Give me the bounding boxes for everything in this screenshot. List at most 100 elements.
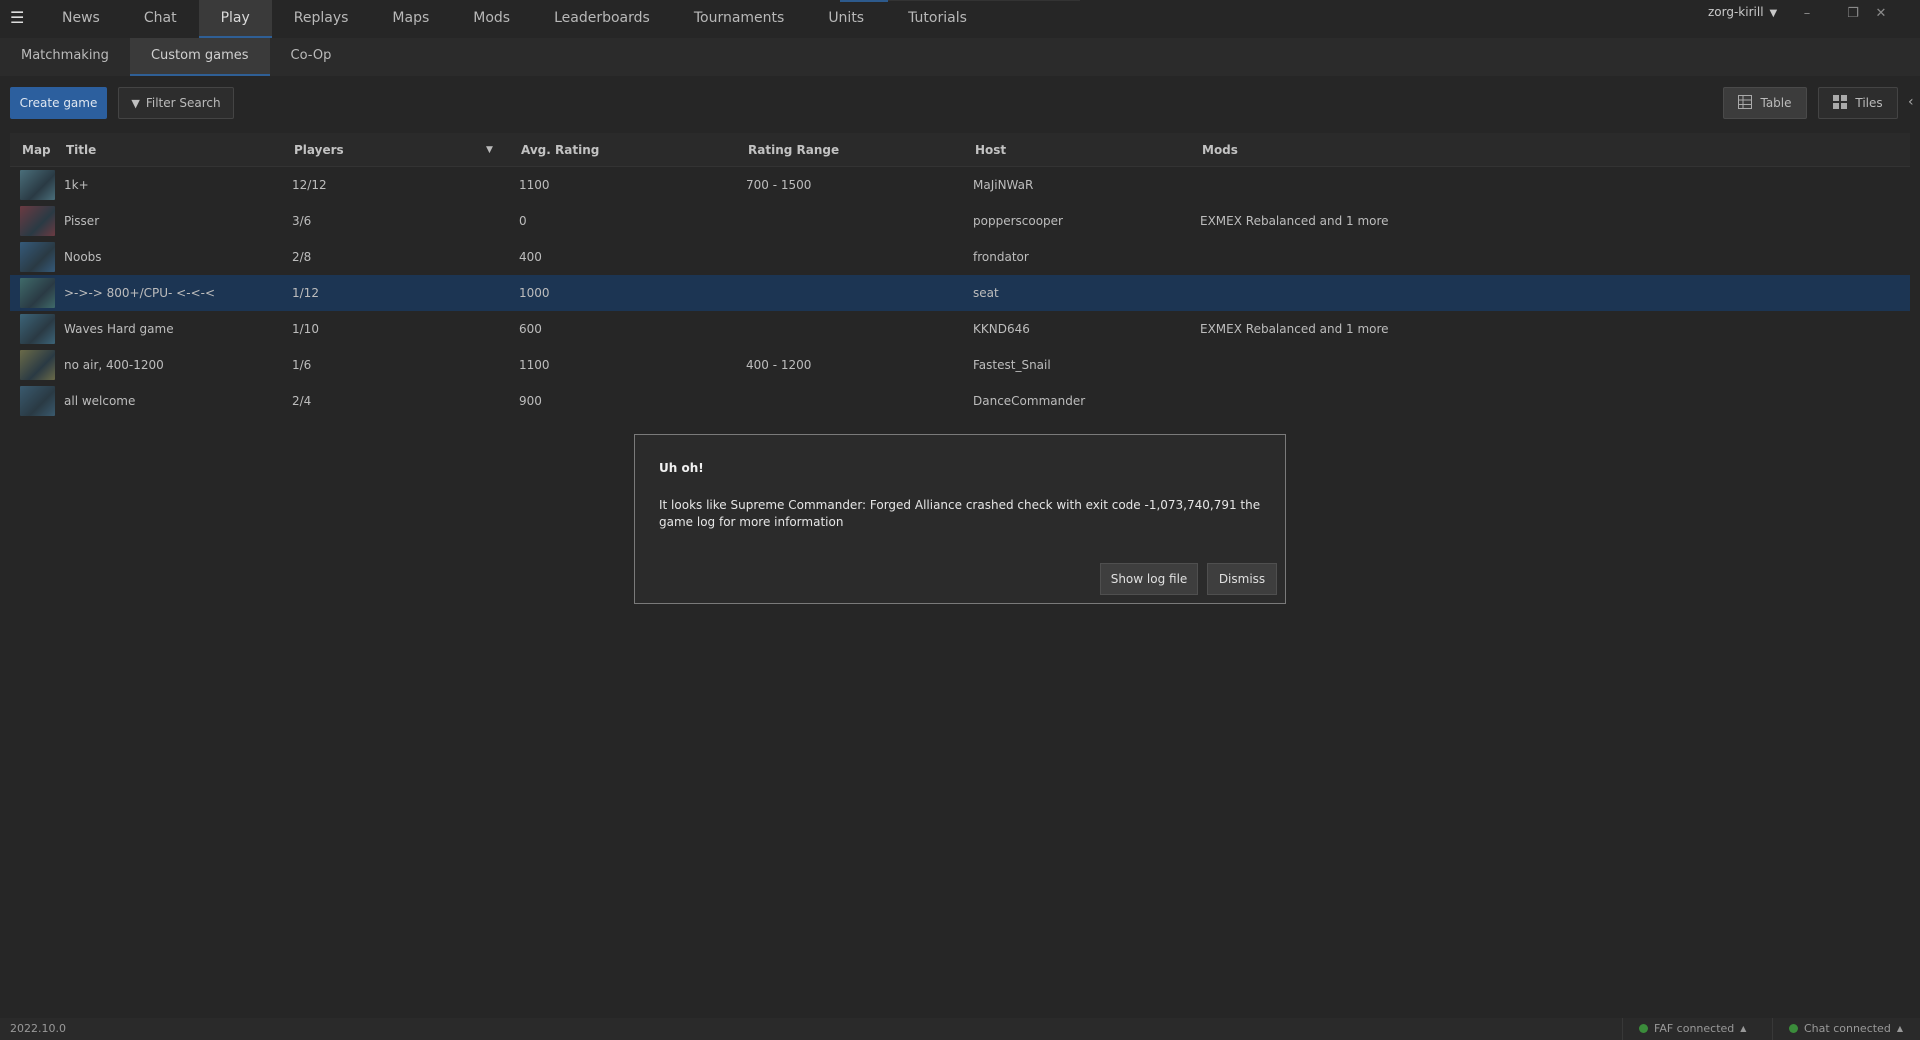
tab-units[interactable]: Units xyxy=(806,0,886,38)
cell-players: 3/6 xyxy=(292,214,312,228)
tab-leaderboards[interactable]: Leaderboards xyxy=(532,0,672,38)
sort-descending-icon[interactable]: ▼ xyxy=(486,133,493,167)
column-rating-range[interactable]: Rating Range xyxy=(748,133,839,167)
table-body: 1k+ 12/12 1100 700 - 1500 MaJiNWaR Pisser 3/6 0… xyxy=(10,167,1910,419)
cell-host: frondator xyxy=(973,250,1029,264)
cell-title: Waves Hard game xyxy=(64,322,174,336)
cell-host: seat xyxy=(973,286,999,300)
status-bar: 2022.10.0 FAF connected ▲ Chat connected ▲ xyxy=(0,1018,1920,1040)
play-subtabs: Matchmaking Custom games Co-Op xyxy=(0,38,352,76)
hamburger-icon[interactable]: ☰ xyxy=(10,8,26,28)
filter-search-label: Filter Search xyxy=(145,96,221,110)
cell-host: Fastest_Snail xyxy=(973,358,1051,372)
tab-chat[interactable]: Chat xyxy=(122,0,199,38)
cell-title: 1k+ xyxy=(64,178,89,192)
map-thumbnail xyxy=(20,350,55,380)
map-thumbnail xyxy=(20,242,55,272)
cell-avg-rating: 600 xyxy=(519,322,542,336)
map-thumbnail xyxy=(20,170,55,200)
tab-news[interactable]: News xyxy=(40,0,122,38)
dialog-title: Uh oh! xyxy=(659,461,704,475)
table-row[interactable]: 1k+ 12/12 1100 700 - 1500 MaJiNWaR xyxy=(10,167,1910,203)
cell-host: popperscooper xyxy=(973,214,1063,228)
cell-players: 2/4 xyxy=(292,394,312,408)
cell-host: KKND646 xyxy=(973,322,1030,336)
column-players[interactable]: Players xyxy=(294,133,344,167)
tab-tournaments[interactable]: Tournaments xyxy=(672,0,806,38)
table-row[interactable]: Waves Hard game 1/10 600 KKND646 EXMEX Rebal… xyxy=(10,311,1910,347)
cell-mods: EXMEX Rebalanced and 1 more xyxy=(1200,322,1389,336)
cell-avg-rating: 1000 xyxy=(519,286,550,300)
tab-maps[interactable]: Maps xyxy=(370,0,451,38)
dialog-message: It looks like Supreme Commander: Forged … xyxy=(659,498,1261,529)
cell-mods: EXMEX Rebalanced and 1 more xyxy=(1200,214,1389,228)
cell-players: 12/12 xyxy=(292,178,327,192)
table-row[interactable]: no air, 400-1200 1/6 1100 400 - 1200 Fastest… xyxy=(10,347,1910,383)
close-button[interactable]: ✕ xyxy=(1866,3,1896,25)
minimize-button[interactable]: – xyxy=(1792,3,1822,25)
tab-custom-games[interactable]: Custom games xyxy=(129,38,270,76)
chevron-left-icon[interactable]: ‹ xyxy=(1908,94,1914,110)
column-mods[interactable]: Mods xyxy=(1202,133,1238,167)
main-tabs: News Chat Play Replays Maps Mods Leaderb… xyxy=(40,0,989,38)
map-thumbnail xyxy=(20,278,55,308)
tab-co-op[interactable]: Co-Op xyxy=(270,38,353,76)
tiles-view-button[interactable]: Tiles xyxy=(1818,87,1898,119)
cell-players: 1/12 xyxy=(292,286,319,300)
cell-players: 1/10 xyxy=(292,322,319,336)
connected-dot-icon xyxy=(1789,1024,1798,1033)
create-game-button[interactable]: Create game xyxy=(10,87,107,119)
table-view-label: Table xyxy=(1760,96,1792,110)
show-log-file-button[interactable]: Show log file xyxy=(1100,563,1198,595)
tab-tutorials[interactable]: Tutorials xyxy=(886,0,989,38)
tab-mods[interactable]: Mods xyxy=(451,0,532,38)
version-label: 2022.10.0 xyxy=(10,1022,66,1035)
cell-host: DanceCommander xyxy=(973,394,1086,408)
map-thumbnail xyxy=(20,314,55,344)
tiles-icon xyxy=(1833,95,1848,109)
cell-host: MaJiNWaR xyxy=(973,178,1034,192)
filter-icon: ▼ xyxy=(131,97,140,110)
tiles-view-label: Tiles xyxy=(1855,96,1883,110)
tab-replays[interactable]: Replays xyxy=(272,0,371,38)
column-map[interactable]: Map xyxy=(22,133,51,167)
column-host[interactable]: Host xyxy=(975,133,1006,167)
chat-connection-status[interactable]: Chat connected ▲ xyxy=(1772,1018,1903,1040)
cell-rating-range: 700 - 1500 xyxy=(746,178,812,192)
chevron-up-icon: ▲ xyxy=(1740,1024,1747,1033)
games-table: Map Title Players ▼ Avg. Rating Rating R… xyxy=(10,133,1910,419)
map-thumbnail xyxy=(20,206,55,236)
table-header: Map Title Players ▼ Avg. Rating Rating R… xyxy=(10,133,1910,167)
map-thumbnail xyxy=(20,386,55,416)
tab-matchmaking[interactable]: Matchmaking xyxy=(0,38,130,76)
faf-connection-status[interactable]: FAF connected ▲ xyxy=(1622,1018,1746,1040)
table-row[interactable]: Pisser 3/6 0 popperscooper EXMEX Rebalanced … xyxy=(10,203,1910,239)
cell-title: Pisser xyxy=(64,214,100,228)
table-row[interactable]: all welcome 2/4 900 DanceCommander xyxy=(10,383,1910,419)
dismiss-button[interactable]: Dismiss xyxy=(1207,563,1277,595)
column-title[interactable]: Title xyxy=(66,133,96,167)
table-view-button[interactable]: Table xyxy=(1723,87,1807,119)
table-icon xyxy=(1738,95,1753,109)
table-row[interactable]: >->-> 800+/CPU- <-<-< 1/12 1000 seat xyxy=(10,275,1910,311)
filter-search-button[interactable]: ▼ Filter Search xyxy=(118,87,234,119)
sub-navigation-bar: Matchmaking Custom games Co-Op xyxy=(0,38,1920,76)
top-navigation-bar: ☰ News Chat Play Replays Maps Mods Leade… xyxy=(0,0,1920,38)
cell-title: >->-> 800+/CPU- <-<-< xyxy=(64,286,216,300)
cell-avg-rating: 0 xyxy=(519,214,527,228)
restore-button[interactable]: ❐ xyxy=(1838,3,1868,25)
faf-status-label: FAF connected xyxy=(1654,1022,1735,1035)
cell-title: no air, 400-1200 xyxy=(64,358,164,372)
cell-title: all welcome xyxy=(64,394,136,408)
connected-dot-icon xyxy=(1639,1024,1648,1033)
cell-avg-rating: 1100 xyxy=(519,178,550,192)
column-avg-rating[interactable]: Avg. Rating xyxy=(521,133,599,167)
username: zorg-kirill xyxy=(1708,5,1764,19)
crash-dialog: Uh oh! It looks like Supreme Commander: … xyxy=(634,434,1286,604)
cell-title: Noobs xyxy=(64,250,102,264)
tab-play[interactable]: Play xyxy=(198,0,272,38)
table-row[interactable]: Noobs 2/8 400 frondator xyxy=(10,239,1910,275)
cell-avg-rating: 900 xyxy=(519,394,542,408)
chevron-down-icon: ▼ xyxy=(1769,8,1778,19)
user-menu[interactable]: zorg-kirill ▼ xyxy=(1708,5,1777,19)
